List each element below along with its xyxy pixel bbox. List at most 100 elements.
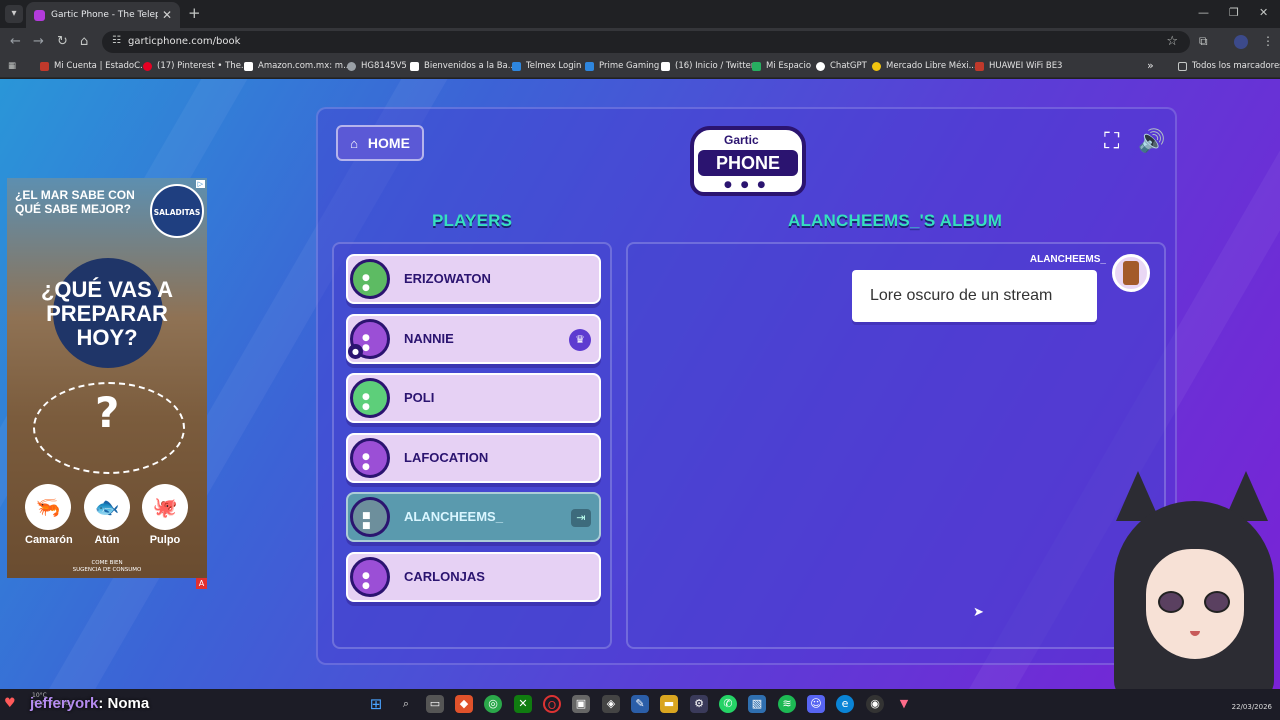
apps-icon[interactable]: ▦ (8, 61, 16, 71)
bookmark-favicon-icon (410, 61, 419, 71)
player-name: ERIZOWATON (404, 271, 491, 286)
chrome-icon[interactable]: ◎ (484, 695, 502, 713)
tab-search-button[interactable]: ▾ (5, 5, 23, 23)
browser-tab[interactable]: Gartic Phone - The Telephone G ✕ (26, 2, 180, 28)
reload-icon[interactable]: ↻ (57, 34, 68, 49)
x-twitter-icon (661, 61, 670, 71)
player-avatar: ● ● (350, 378, 390, 418)
restore-icon[interactable]: ❐ (1229, 6, 1239, 19)
new-tab-button[interactable]: + (188, 4, 201, 22)
back-icon[interactable]: ← (10, 34, 21, 49)
player-row[interactable]: ● ● ● NANNIE ♛ (346, 314, 601, 364)
bookmark-item[interactable]: Amazon.com.mx: m... (244, 61, 351, 71)
game-app-icon[interactable]: ▼ (895, 695, 913, 713)
edge-icon[interactable]: e (836, 695, 854, 713)
minimize-icon[interactable]: — (1198, 6, 1209, 19)
album-message: Lore oscuro de un stream (852, 270, 1097, 322)
windows-start-icon[interactable]: ⊞ (367, 695, 385, 713)
editor-icon[interactable]: ✎ (631, 695, 649, 713)
player-name: NANNIE (404, 331, 454, 346)
heart-icon: ♥ (4, 696, 16, 711)
chatgpt-icon (816, 61, 825, 71)
opera-icon[interactable]: O (543, 695, 561, 713)
ad-brand-logo: SALADITAS (150, 184, 204, 238)
exit-icon[interactable]: ⇥ (571, 509, 591, 527)
player-row[interactable]: ● ● POLI (346, 373, 601, 423)
discord-icon[interactable]: ☺ (807, 695, 825, 713)
profile-avatar-icon[interactable] (1234, 35, 1248, 49)
site-info-icon[interactable]: ☷ (112, 35, 121, 46)
extensions-icon[interactable]: ⧉ (1199, 34, 1208, 49)
taskbar-date[interactable]: 22/03/2026 (1232, 703, 1272, 711)
ad-option-atun[interactable]: 🐟 Atún (84, 484, 130, 546)
search-icon[interactable]: ⌕ (397, 695, 415, 713)
logo-keypad: ● ● ● (724, 180, 769, 190)
player-row[interactable]: ● ● ERIZOWATON (346, 254, 601, 304)
close-window-icon[interactable]: ✕ (1259, 6, 1268, 19)
gartic-favicon-icon (34, 9, 45, 21)
bookmark-item[interactable]: (17) Pinterest • The... (143, 61, 249, 71)
advertisement[interactable]: ¿EL MAR SABE CON QUÉ SABE MEJOR? SALADIT… (7, 178, 207, 578)
bookmark-item[interactable]: HG8145V5 (347, 61, 407, 71)
player-row[interactable]: ● ● CARLONJAS (346, 552, 601, 602)
bookmark-item[interactable]: Bienvenidos a la Ba... (410, 61, 516, 71)
xbox-icon[interactable]: ✕ (514, 695, 532, 713)
player-avatar: ■ ■ (350, 497, 390, 537)
bookmark-star-icon[interactable]: ☆ (1166, 34, 1178, 49)
player-name: POLI (404, 390, 435, 405)
bookmark-item[interactable]: Prime Gaming (585, 61, 659, 71)
forward-icon[interactable]: → (33, 34, 44, 49)
spotify-icon[interactable]: ≋ (778, 695, 796, 713)
ad-indicator-icon[interactable]: A (196, 578, 207, 589)
player-row[interactable]: ● ● LAFOCATION (346, 433, 601, 483)
bookmark-item[interactable]: Mercado Libre Méxi... (872, 61, 977, 71)
fullscreen-icon[interactable]: ⛶ (1104, 129, 1119, 154)
settings-icon[interactable]: ⚙ (690, 695, 708, 713)
ad-legal-text: COME BIEN SUGENCIA DE CONSUMO (72, 560, 142, 573)
players-heading: PLAYERS (432, 211, 513, 230)
all-bookmarks-folder[interactable]: Todos los marcadores (1178, 61, 1280, 71)
bookmark-item[interactable]: Mi Espacio (752, 61, 811, 71)
task-view-icon[interactable]: ▭ (426, 695, 444, 713)
home-label: HOME (367, 135, 410, 151)
album-heading: ALANCHEEMS_'S ALBUM (788, 211, 1003, 230)
pinterest-icon (143, 61, 152, 71)
tab-strip: ▾ Gartic Phone - The Telephone G ✕ + — ❐… (0, 0, 1280, 28)
bookmark-favicon-icon (40, 61, 49, 71)
ad-option-camaron[interactable]: 🦐 Camarón (25, 484, 73, 546)
tab-title: Gartic Phone - The Telephone G (51, 10, 158, 20)
store-icon[interactable]: ▣ (572, 695, 590, 713)
folder-icon[interactable]: ▬ (660, 695, 678, 713)
home-button[interactable]: ⌂ HOME (336, 125, 424, 161)
volume-icon[interactable]: 🔊 (1138, 129, 1165, 154)
whatsapp-icon[interactable]: ✆ (719, 695, 737, 713)
vtuber-eye (1204, 591, 1230, 613)
bookmark-item[interactable]: HUAWEI WiFi BE3 (975, 61, 1062, 71)
ad-option-label: Pulpo (149, 534, 181, 546)
bookmark-item[interactable]: ChatGPT (816, 61, 867, 71)
app-icon[interactable]: ◈ (602, 695, 620, 713)
user-badge-icon: ● (348, 344, 363, 359)
huawei-icon (975, 61, 984, 71)
photos-icon[interactable]: ▧ (748, 695, 766, 713)
vtuber-face (1146, 549, 1244, 659)
close-tab-icon[interactable]: ✕ (162, 8, 172, 22)
bookmark-item[interactable]: (16) Inicio / Twitter (661, 61, 754, 71)
bookmarks-overflow-button[interactable]: » (1147, 59, 1154, 72)
obs-icon[interactable]: ◉ (866, 695, 884, 713)
more-menu-icon[interactable]: ⋮ (1262, 34, 1274, 48)
game-container: ⌂ HOME Gartic PHONE ● ● ● ⛶ 🔊 PLAYERS AL… (316, 107, 1177, 665)
crown-icon: ♛ (569, 329, 591, 351)
fish-icon: 🐟 (84, 484, 130, 530)
taskbar: ♥ 10°C Parc. nublado jefferyork: Noma ⊞ … (0, 689, 1280, 720)
bookmark-item[interactable]: Telmex Login (512, 61, 581, 71)
telmex-icon (512, 61, 521, 71)
url-field[interactable]: ☷ garticphone.com/book ☆ (102, 31, 1190, 53)
ad-choices-icon[interactable]: ▷ (195, 180, 205, 188)
player-avatar: ● ● (350, 438, 390, 478)
player-row-active[interactable]: ■ ■ ALANCHEEMS_ ⇥ (346, 492, 601, 542)
brave-icon[interactable]: ◆ (455, 695, 473, 713)
bookmark-item[interactable]: Mi Cuenta | EstadoC... (40, 61, 148, 71)
ad-option-pulpo[interactable]: 🐙 Pulpo (142, 484, 188, 546)
home-icon[interactable]: ⌂ (80, 34, 88, 49)
